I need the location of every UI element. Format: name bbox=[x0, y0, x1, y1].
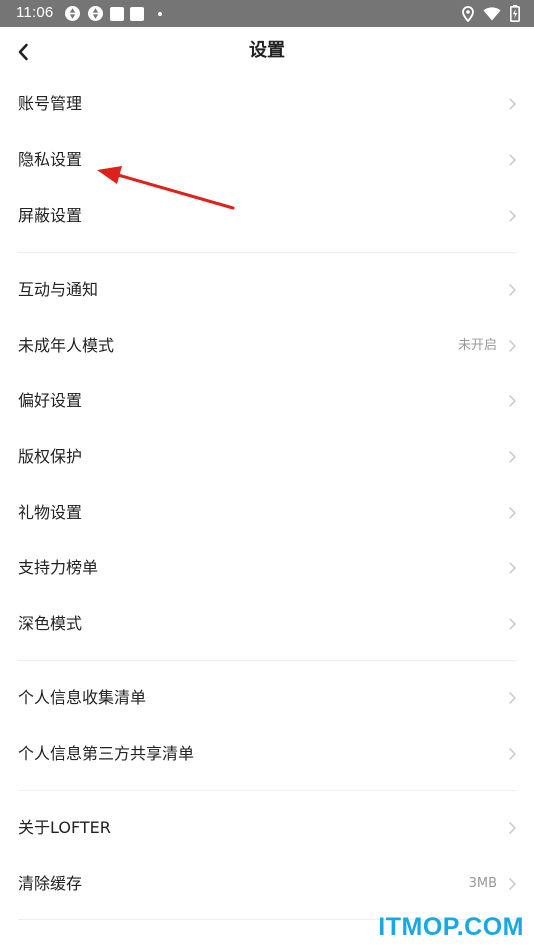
chevron-right-icon bbox=[509, 451, 516, 463]
chevron-right-icon bbox=[509, 822, 516, 834]
chevron-right-icon bbox=[509, 692, 516, 704]
settings-item-clear-cache[interactable]: 清除缓存 3MB bbox=[0, 856, 534, 912]
settings-item-privacy[interactable]: 隐私设置 bbox=[0, 132, 534, 188]
cache-size: 3MB bbox=[468, 876, 497, 891]
dot-icon bbox=[158, 11, 162, 16]
settings-item-interaction-notifications[interactable]: 互动与通知 bbox=[0, 262, 534, 318]
settings-item-preferences[interactable]: 偏好设置 bbox=[0, 373, 534, 429]
watermark: ITMOP.COM bbox=[378, 913, 524, 941]
settings-item-block[interactable]: 屏蔽设置 bbox=[0, 188, 534, 244]
notification-square-icon bbox=[110, 6, 124, 21]
chevron-right-icon bbox=[509, 340, 516, 352]
settings-item-account-management[interactable]: 账号管理 bbox=[0, 76, 534, 132]
item-label: 屏蔽设置 bbox=[18, 206, 83, 225]
group-divider bbox=[18, 660, 516, 661]
item-label: 账号管理 bbox=[18, 94, 83, 113]
sync-icon bbox=[65, 6, 80, 21]
item-label: 支持力榜单 bbox=[18, 558, 99, 577]
settings-item-personal-info-collection[interactable]: 个人信息收集清单 bbox=[0, 670, 534, 726]
settings-item-third-party-sharing[interactable]: 个人信息第三方共享清单 bbox=[0, 726, 534, 782]
wifi-icon bbox=[483, 7, 501, 21]
settings-item-copyright-protection[interactable]: 版权保护 bbox=[0, 429, 534, 485]
settings-item-about-lofter[interactable]: 关于LOFTER bbox=[0, 800, 534, 856]
settings-item-gift-settings[interactable]: 礼物设置 bbox=[0, 485, 534, 541]
group-divider bbox=[18, 252, 516, 253]
chevron-right-icon bbox=[509, 210, 516, 222]
sync-icon bbox=[88, 6, 103, 21]
chevron-right-icon bbox=[509, 284, 516, 296]
item-label: 隐私设置 bbox=[18, 150, 83, 169]
item-label: 关于LOFTER bbox=[18, 818, 111, 837]
chevron-right-icon bbox=[509, 562, 516, 574]
header: 设置 bbox=[0, 27, 534, 77]
item-label: 礼物设置 bbox=[18, 503, 83, 522]
status-bar: 11:06 bbox=[0, 0, 534, 27]
chevron-right-icon bbox=[509, 98, 516, 110]
battery-charging-icon bbox=[510, 5, 520, 22]
item-label: 清除缓存 bbox=[18, 874, 83, 893]
chevron-right-icon bbox=[509, 878, 516, 890]
minor-mode-status: 未开启 bbox=[457, 338, 497, 353]
status-time: 11:06 bbox=[16, 4, 54, 21]
item-label: 深色模式 bbox=[18, 614, 83, 633]
notification-square-icon bbox=[130, 6, 144, 21]
page-title: 设置 bbox=[249, 40, 285, 61]
chevron-right-icon bbox=[509, 748, 516, 760]
item-label: 未成年人模式 bbox=[18, 336, 115, 355]
status-right-icons bbox=[462, 5, 520, 22]
group-divider bbox=[18, 790, 516, 791]
settings-item-dark-mode[interactable]: 深色模式 bbox=[0, 596, 534, 652]
status-left-icons bbox=[64, 5, 162, 22]
item-label: 互动与通知 bbox=[18, 280, 99, 299]
chevron-right-icon bbox=[509, 154, 516, 166]
item-label: 偏好设置 bbox=[18, 391, 83, 410]
chevron-right-icon bbox=[509, 507, 516, 519]
settings-item-minor-mode[interactable]: 未成年人模式 未开启 bbox=[0, 318, 534, 374]
item-label: 版权保护 bbox=[18, 447, 83, 466]
item-label: 个人信息第三方共享清单 bbox=[18, 744, 195, 763]
item-label: 个人信息收集清单 bbox=[18, 688, 147, 707]
settings-item-support-ranking[interactable]: 支持力榜单 bbox=[0, 540, 534, 596]
chevron-right-icon bbox=[509, 618, 516, 630]
chevron-right-icon bbox=[509, 395, 516, 407]
location-icon bbox=[462, 5, 474, 22]
